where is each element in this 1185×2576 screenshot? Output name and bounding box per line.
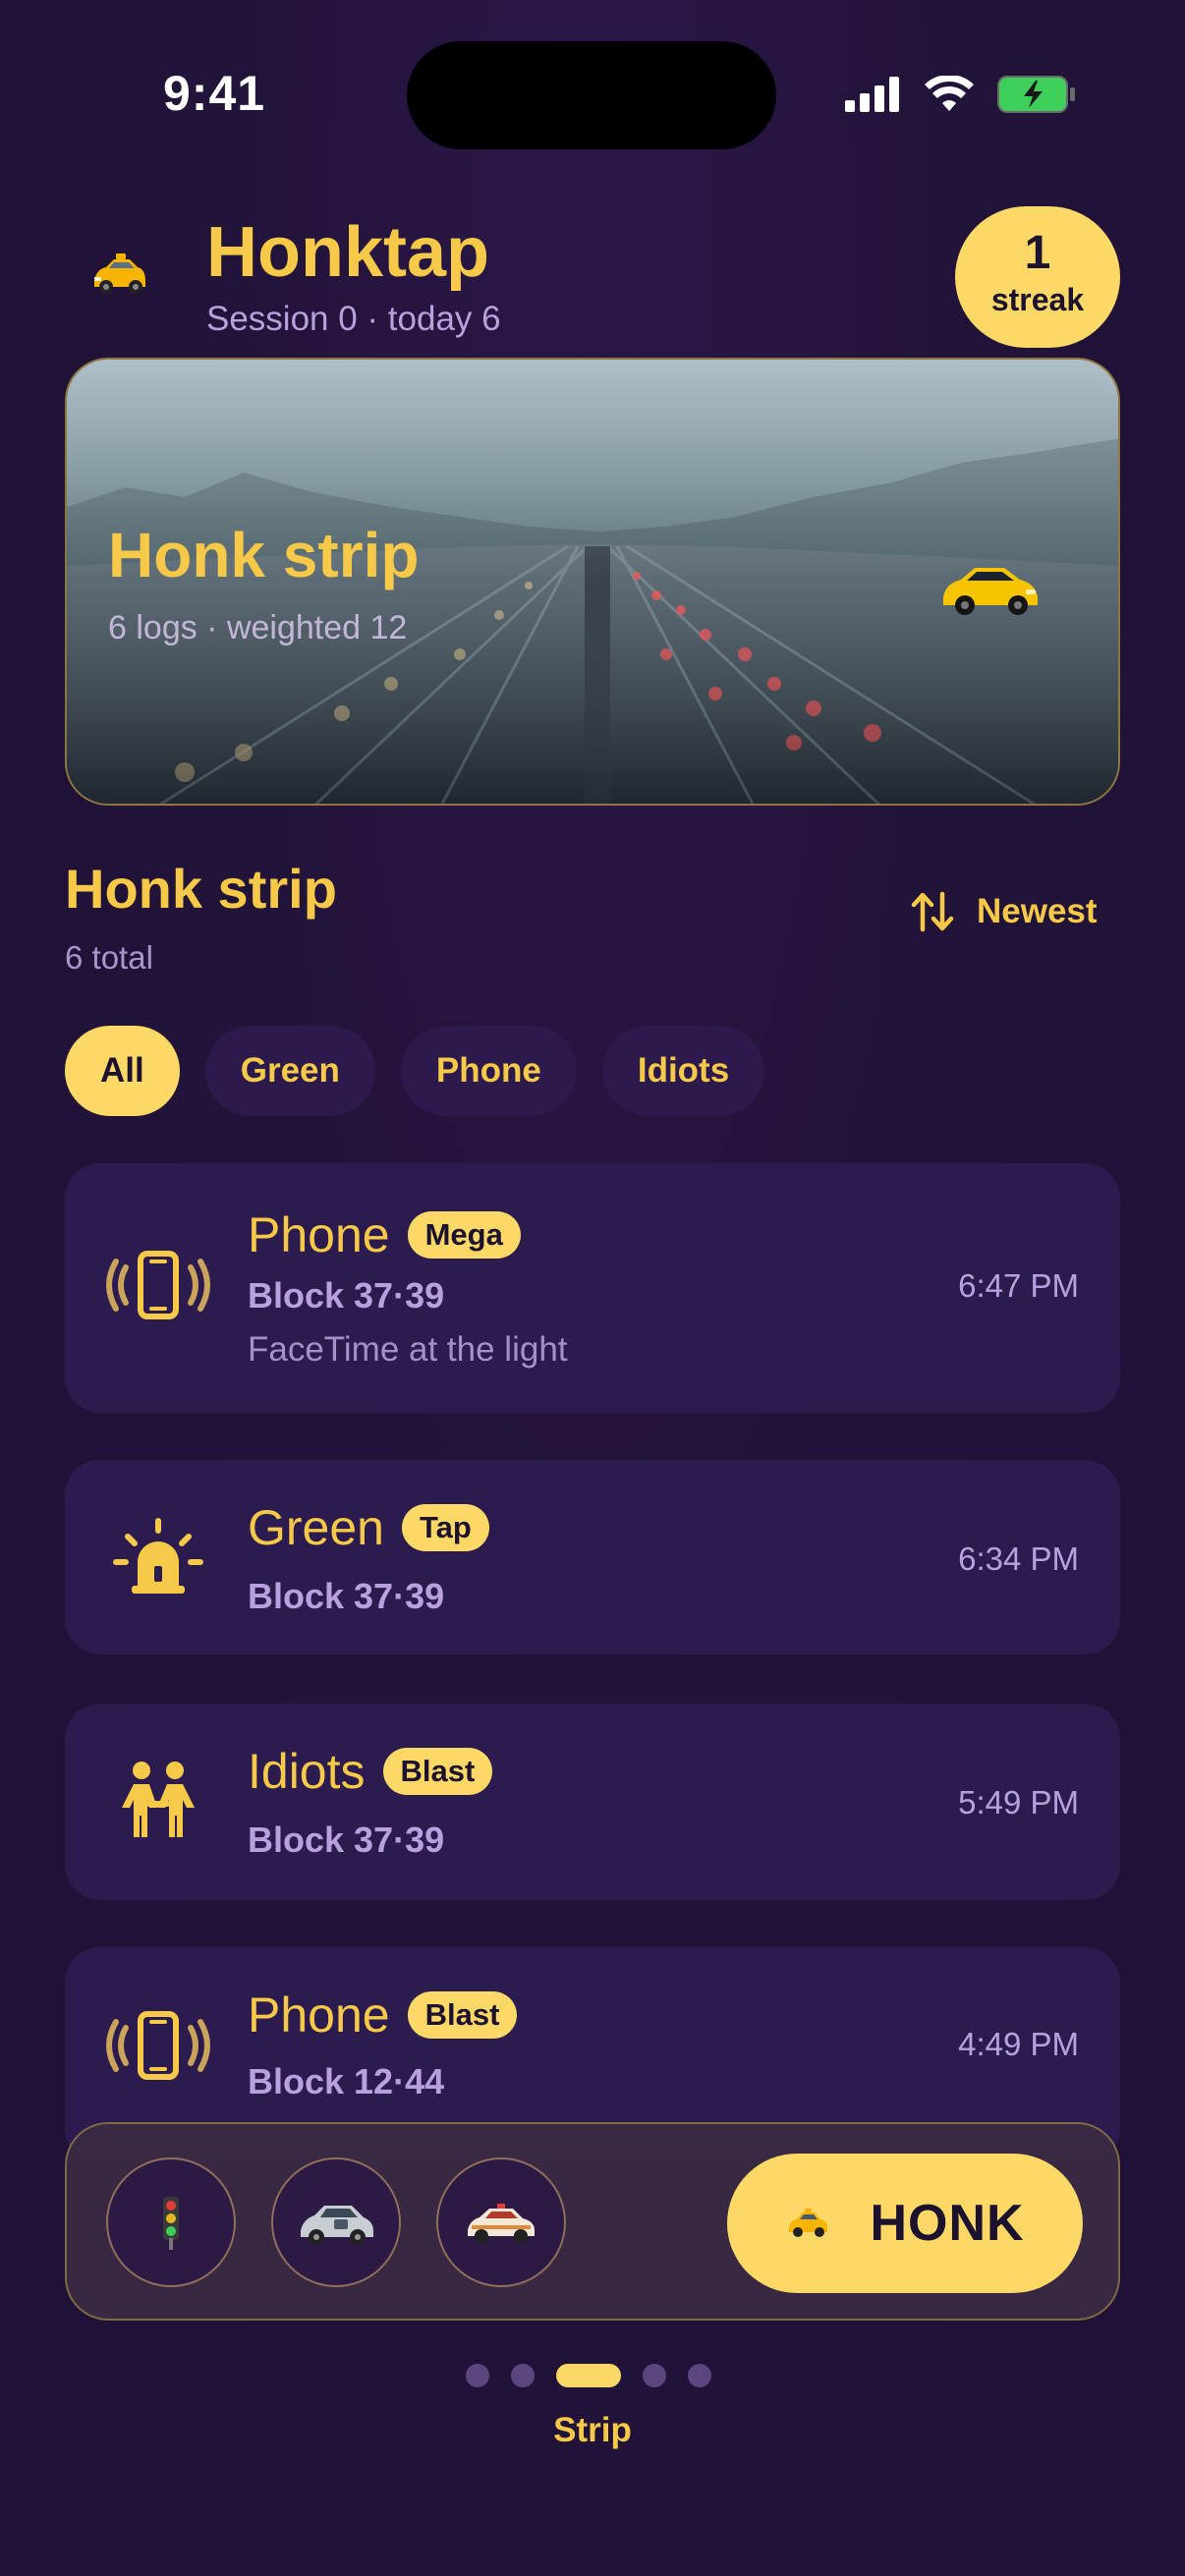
action-dock: HONK xyxy=(65,2122,1120,2321)
honk-label: HONK xyxy=(870,2195,1025,2252)
streak-badge[interactable]: 1 streak xyxy=(955,206,1120,348)
phone-vibrate-icon xyxy=(106,1251,210,1319)
page-dot[interactable] xyxy=(466,2364,489,2387)
session-summary: Session 0 · today 6 xyxy=(206,300,501,338)
intensity-badge: Mega xyxy=(407,1211,521,1259)
alarm-light-icon xyxy=(113,1518,203,1594)
filter-chip-phone[interactable]: Phone xyxy=(400,1026,577,1116)
taxi-logo-icon xyxy=(94,253,145,294)
entry-title: Idiots Blast xyxy=(248,1743,493,1800)
dynamic-island xyxy=(407,41,776,149)
car-icon xyxy=(301,2206,373,2245)
intensity-badge: Blast xyxy=(407,1991,518,2039)
entry-time: 6:34 PM xyxy=(958,1540,1079,1577)
car-button[interactable] xyxy=(271,2157,401,2287)
honk-button[interactable]: HONK xyxy=(727,2154,1083,2293)
hero-card[interactable]: Honk strip 6 logs · weighted 12 xyxy=(65,358,1120,806)
page-label: Strip xyxy=(553,2411,632,2449)
streak-label: streak xyxy=(990,282,1085,317)
traffic-light-button[interactable] xyxy=(106,2157,236,2287)
page-indicator xyxy=(466,2364,711,2387)
sort-arrows-icon xyxy=(911,891,954,932)
page-dot[interactable] xyxy=(511,2364,535,2387)
entry-block: Block 37·39 xyxy=(248,1576,445,1616)
taxi-icon xyxy=(789,2209,828,2237)
police-car-button[interactable] xyxy=(436,2157,566,2287)
app-title: Honktap xyxy=(206,213,489,292)
entry-note: FaceTime at the light xyxy=(248,1330,568,1369)
entry-block: Block 12·44 xyxy=(248,2061,445,2101)
page-dot[interactable] xyxy=(643,2364,666,2387)
phone-vibrate-icon xyxy=(106,2011,210,2080)
battery-charging-icon xyxy=(997,76,1075,113)
hero-summary: 6 logs · weighted 12 xyxy=(108,609,408,646)
list-item[interactable]: Phone Mega Block 37·39 FaceTime at the l… xyxy=(65,1163,1120,1413)
list-item[interactable]: Green Tap Block 37·39 6:34 PM xyxy=(65,1460,1120,1654)
entry-title: Phone Blast xyxy=(248,1987,518,2044)
filter-chip-all[interactable]: All xyxy=(65,1026,180,1116)
section-count: 6 total xyxy=(65,939,153,976)
entry-time: 6:47 PM xyxy=(958,1267,1079,1304)
page-dot[interactable] xyxy=(688,2364,711,2387)
entry-title: Green Tap xyxy=(248,1499,489,1556)
intensity-badge: Tap xyxy=(401,1504,489,1551)
entry-title-text: Green xyxy=(248,1500,384,1555)
entry-title-text: Phone xyxy=(248,1207,390,1262)
page-dot-active[interactable] xyxy=(556,2364,621,2387)
sort-button[interactable]: Newest xyxy=(910,890,1098,933)
sports-car-icon xyxy=(943,568,1038,615)
status-time: 9:41 xyxy=(163,66,266,121)
entry-title: Phone Mega xyxy=(248,1206,521,1263)
entry-block: Block 37·39 xyxy=(248,1820,445,1860)
app-screen: 9:41 Honktap Session 0 · today 6 1 strea… xyxy=(0,0,1185,2576)
hero-title: Honk strip xyxy=(108,520,420,590)
sort-label: Newest xyxy=(977,892,1098,930)
filter-chips: All Green Phone Idiots xyxy=(65,1026,765,1116)
entry-time: 5:49 PM xyxy=(958,1784,1079,1820)
people-icon xyxy=(122,1762,195,1837)
entry-block: Block 37·39 xyxy=(248,1275,445,1316)
list-item[interactable]: Idiots Blast Block 37·39 5:49 PM xyxy=(65,1704,1120,1900)
status-icons xyxy=(845,75,1077,114)
filter-chip-idiots[interactable]: Idiots xyxy=(601,1026,765,1116)
entry-time: 4:49 PM xyxy=(958,2026,1079,2062)
entry-title-text: Idiots xyxy=(248,1744,366,1799)
intensity-badge: Blast xyxy=(382,1748,493,1795)
cellular-signal-icon xyxy=(845,77,899,112)
wifi-icon xyxy=(925,76,974,111)
police-car-icon xyxy=(468,2204,535,2243)
traffic-light-icon xyxy=(163,2197,179,2250)
streak-count: 1 xyxy=(1024,227,1051,279)
entry-title-text: Phone xyxy=(248,1988,390,2043)
filter-chip-green[interactable]: Green xyxy=(204,1026,375,1116)
section-title: Honk strip xyxy=(65,858,337,920)
